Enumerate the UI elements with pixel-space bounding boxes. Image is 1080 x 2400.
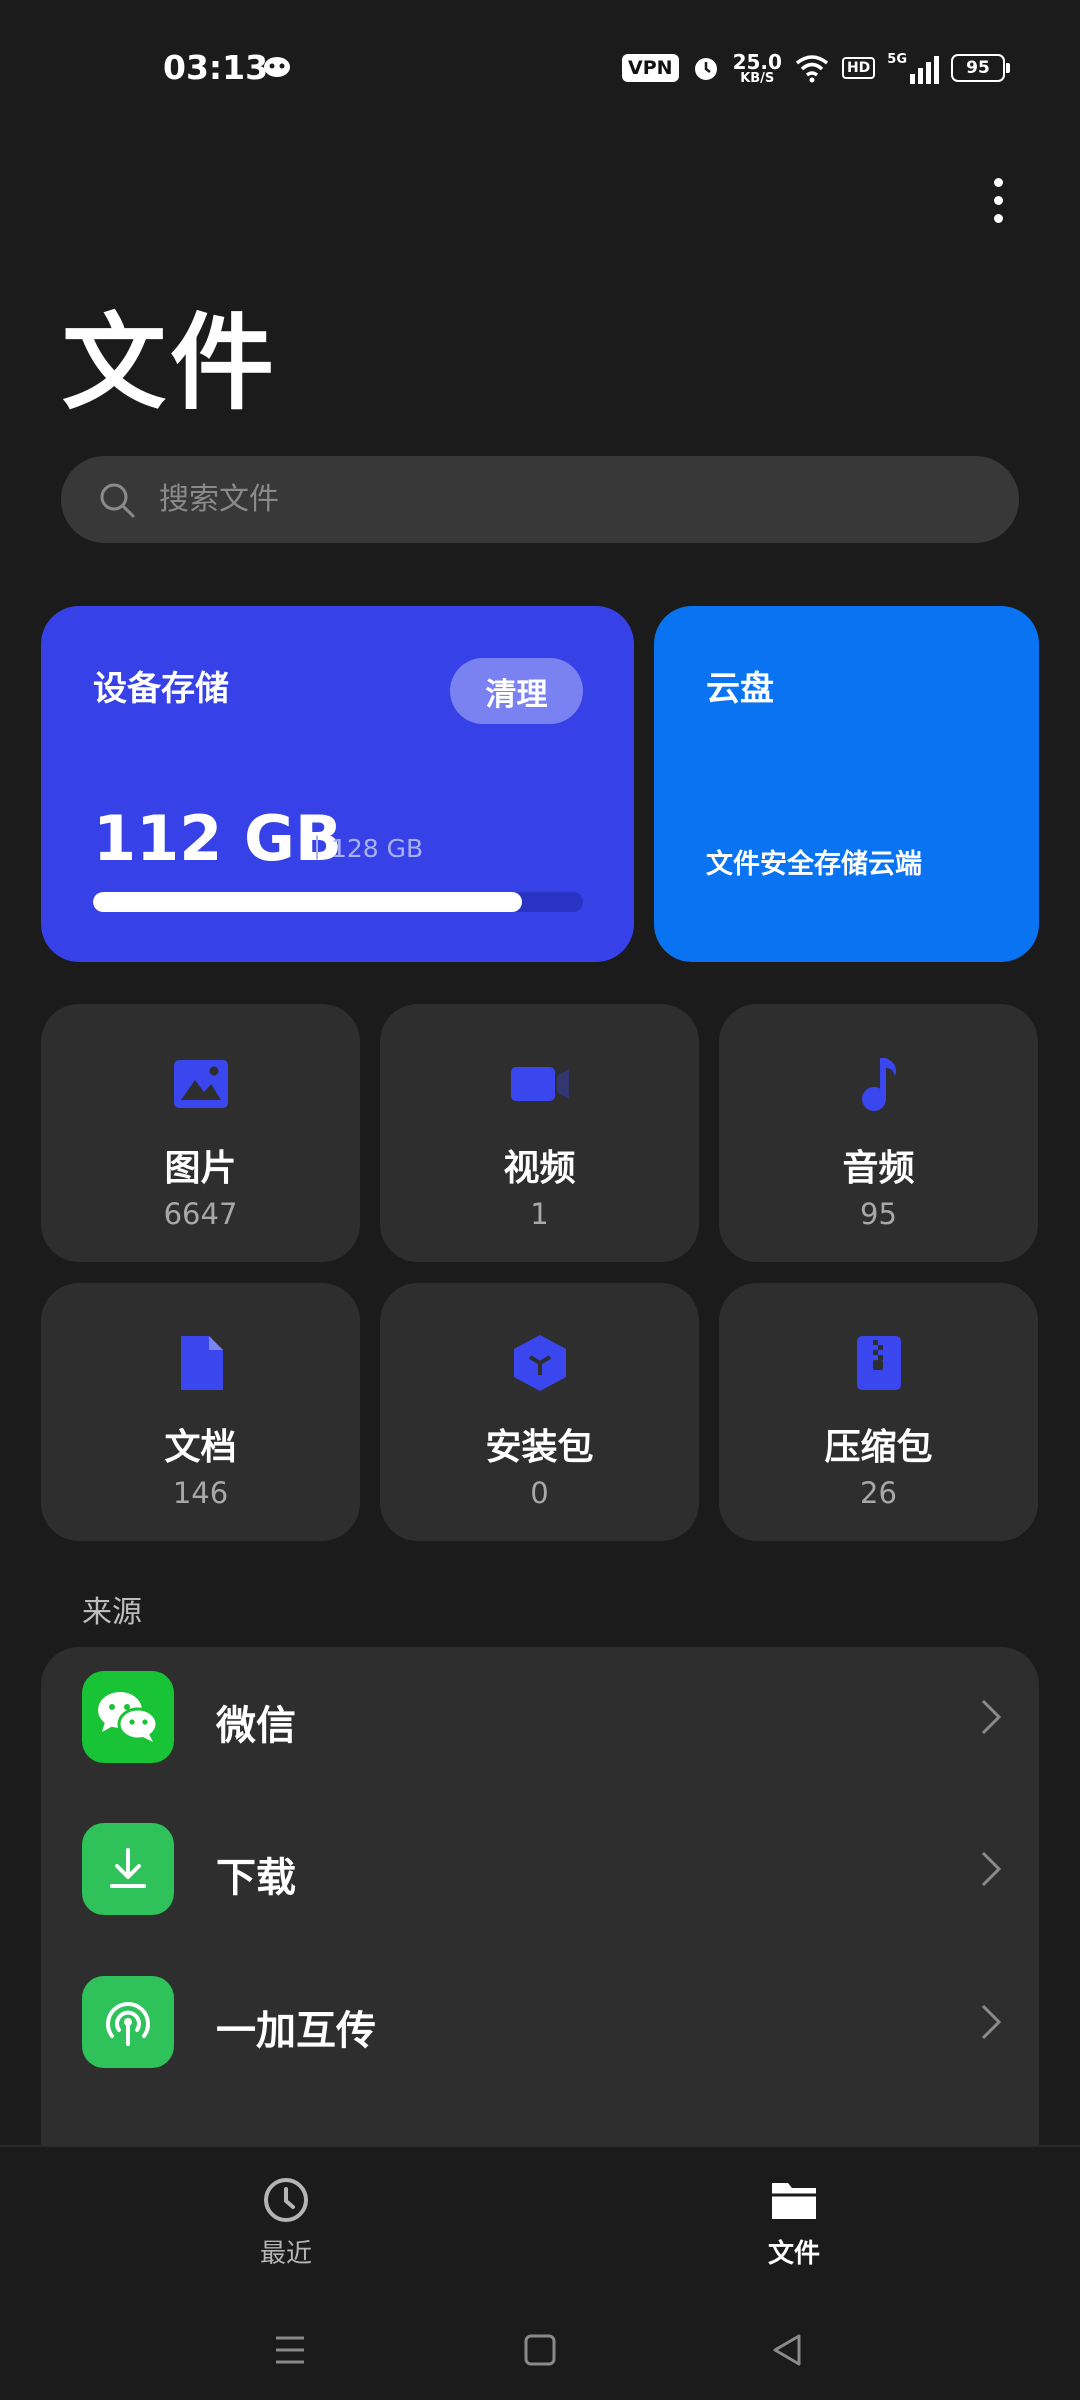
nav-label: 文件 <box>767 2239 820 2269</box>
clean-button[interactable]: 清理 <box>450 658 583 724</box>
more-dot-icon <box>993 177 1003 187</box>
category-count: 26 <box>860 1476 897 1510</box>
battery-icon: 95 <box>951 54 1010 82</box>
storage-used: 112 GB <box>93 802 343 875</box>
nav-label: 最近 <box>259 2239 312 2269</box>
home-icon[interactable] <box>518 2328 562 2372</box>
category-count: 6647 <box>163 1197 238 1231</box>
category-label: 图片 <box>164 1148 237 1189</box>
chevron-right-icon <box>981 1699 1002 1735</box>
status-time: 03:13 <box>163 48 269 87</box>
category-label: 文档 <box>164 1427 237 1468</box>
page-title: 文件 <box>62 302 279 424</box>
category-archives[interactable]: 压缩包 26 <box>719 1283 1038 1541</box>
category-documents[interactable]: 文档 146 <box>41 1283 360 1541</box>
category-count: 1 <box>530 1197 549 1231</box>
source-label: 一加互传 <box>216 2008 376 2054</box>
video-icon <box>510 1067 569 1101</box>
hd-badge: HD <box>841 57 876 79</box>
bottom-navigation: 最近 文件 <box>0 2145 1080 2302</box>
wifi-icon <box>795 55 829 83</box>
nav-tab-files[interactable]: 文件 <box>734 2175 854 2270</box>
notification-face-icon <box>264 57 290 77</box>
source-item-oneplus-share[interactable]: 一加互传 <box>41 1952 1039 2092</box>
alarm-icon <box>694 58 717 80</box>
menu-icon[interactable] <box>268 2328 312 2372</box>
package-icon <box>513 1335 566 1391</box>
source-item-wechat[interactable]: 微信 <box>41 1647 1039 1787</box>
document-icon <box>180 1336 223 1390</box>
system-navigation-bar <box>0 2300 1080 2400</box>
more-options-button[interactable] <box>978 170 1018 230</box>
nav-tab-recent[interactable]: 最近 <box>226 2175 346 2270</box>
storage-separator: | <box>313 832 322 860</box>
image-icon <box>173 1060 228 1108</box>
category-label: 压缩包 <box>824 1427 933 1468</box>
network-speed: 25.0 KB/S <box>732 49 782 86</box>
storage-progress-bar <box>93 892 583 912</box>
category-label: 视频 <box>503 1148 576 1189</box>
signal-icon: 5G <box>887 52 939 84</box>
cloud-title: 云盘 <box>706 669 774 709</box>
status-bar: 03:13 VPN 25.0 KB/S HD 5G 95 <box>0 0 1080 130</box>
device-storage-card[interactable]: 设备存储 清理 112 GB | 128 GB <box>41 606 634 962</box>
sources-list: 微信 下载 一加互传 <box>41 1647 1039 2147</box>
wechat-icon <box>82 1671 174 1763</box>
source-item-download[interactable]: 下载 <box>41 1799 1039 1939</box>
clock-icon <box>264 2178 308 2222</box>
category-label: 音频 <box>842 1148 915 1189</box>
category-videos[interactable]: 视频 1 <box>380 1004 699 1262</box>
category-images[interactable]: 图片 6647 <box>41 1004 360 1262</box>
share-icon <box>82 1976 174 2068</box>
storage-title: 设备存储 <box>93 669 229 709</box>
zip-icon <box>856 1336 901 1390</box>
search-icon <box>100 483 135 517</box>
category-count: 0 <box>530 1476 549 1510</box>
status-icons: VPN 25.0 KB/S HD 5G 95 <box>622 48 1010 88</box>
cloud-drive-card[interactable]: 云盘 文件安全存储云端 <box>654 606 1039 962</box>
vpn-badge: VPN <box>622 54 679 82</box>
category-audio[interactable]: 音频 95 <box>719 1004 1038 1262</box>
category-count: 95 <box>860 1197 897 1231</box>
source-label: 下载 <box>216 1855 296 1901</box>
cloud-subtitle: 文件安全存储云端 <box>706 849 922 880</box>
folder-icon <box>772 2183 816 2219</box>
storage-total: 128 GB <box>331 834 424 863</box>
category-count: 146 <box>172 1476 229 1510</box>
category-label: 安装包 <box>485 1427 594 1468</box>
source-label: 微信 <box>216 1703 296 1749</box>
music-icon <box>861 1058 896 1111</box>
download-icon <box>82 1823 174 1915</box>
battery-level: 95 <box>951 54 1005 82</box>
category-packages[interactable]: 安装包 0 <box>380 1283 699 1541</box>
search-input[interactable] <box>157 481 961 518</box>
more-dot-icon <box>993 195 1003 205</box>
sources-section-title: 来源 <box>82 1595 142 1630</box>
chevron-right-icon <box>981 2004 1002 2040</box>
chevron-right-icon <box>981 1851 1002 1887</box>
back-icon[interactable] <box>765 2328 809 2372</box>
more-dot-icon <box>993 213 1003 223</box>
search-bar[interactable] <box>61 456 1019 543</box>
storage-progress-fill <box>93 892 522 912</box>
